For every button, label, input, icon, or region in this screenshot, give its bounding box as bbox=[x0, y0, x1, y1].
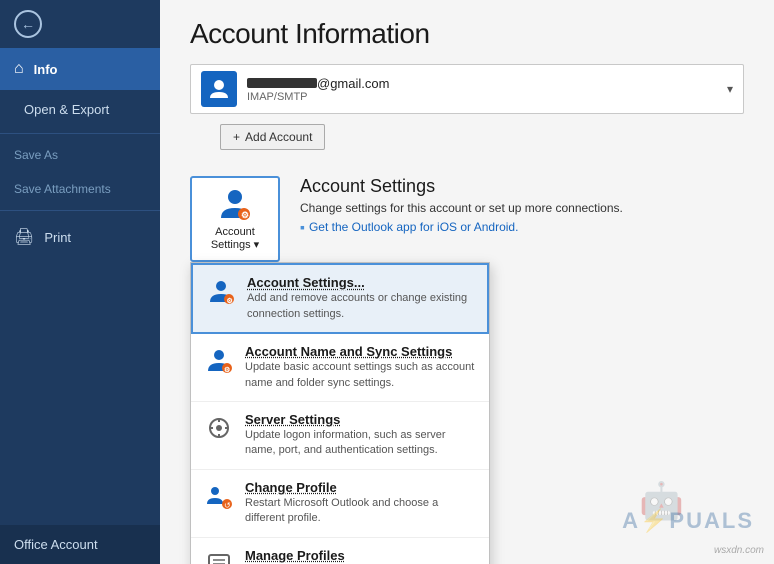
dropdown-arrow-icon: ▾ bbox=[727, 82, 733, 96]
sidebar-item-save-as: Save As bbox=[0, 138, 160, 172]
account-settings-info-panel: Account Settings Change settings for thi… bbox=[300, 176, 744, 262]
account-settings-item-text: Account Settings... Add and remove accou… bbox=[247, 275, 475, 322]
account-settings-item-title: Account Settings... bbox=[247, 275, 475, 290]
sidebar-item-office-account[interactable]: Office Account bbox=[0, 525, 160, 564]
change-profile-item-title: Change Profile bbox=[245, 480, 477, 495]
home-icon: ⌂ bbox=[14, 60, 24, 78]
email-mask bbox=[247, 78, 317, 88]
account-settings-dropdown-icon: ⚙ bbox=[205, 275, 237, 307]
dropdown-item-server-settings[interactable]: Server Settings Update logon information… bbox=[191, 402, 489, 470]
name-sync-item-title: Account Name and Sync Settings bbox=[245, 344, 477, 359]
account-settings-item-desc: Add and remove accounts or change existi… bbox=[247, 291, 475, 322]
account-bar-info: @gmail.com IMAP/SMTP bbox=[247, 76, 727, 103]
change-profile-icon: ↺ bbox=[203, 480, 235, 512]
account-settings-dropdown: ⚙ Account Settings... Add and remove acc… bbox=[190, 262, 490, 564]
account-settings-panel-desc: Change settings for this account or set … bbox=[300, 201, 744, 215]
sidebar-item-open-export[interactable]: Open & Export bbox=[0, 90, 160, 129]
main-content: Account Information @gmail.com IMAP/SMTP… bbox=[160, 0, 774, 564]
account-icon bbox=[201, 71, 237, 107]
name-sync-item-text: Account Name and Sync Settings Update ba… bbox=[245, 344, 477, 391]
sidebar-divider-2 bbox=[0, 210, 160, 211]
sidebar-divider-1 bbox=[0, 133, 160, 134]
account-settings-section: ⚙ AccountSettings ▾ ⚙ bbox=[190, 176, 744, 262]
appuals-logo: A⚡PUALS bbox=[622, 508, 754, 534]
sidebar-item-info-label: Info bbox=[34, 62, 58, 77]
person-gear-icon: ⚙ bbox=[217, 186, 253, 222]
sidebar-item-print[interactable]: 🖨 Print bbox=[0, 215, 160, 259]
manage-profiles-item-text: Manage Profiles Add and remove profiles … bbox=[245, 548, 477, 564]
account-email: @gmail.com bbox=[247, 76, 727, 91]
page-title: Account Information bbox=[190, 18, 744, 50]
account-settings-button-wrap: ⚙ AccountSettings ▾ ⚙ bbox=[190, 176, 280, 262]
add-account-label: Add Account bbox=[245, 130, 312, 144]
sidebar: ← ⌂ Info Open & Export Save As Save Atta… bbox=[0, 0, 160, 564]
account-settings-button-label: AccountSettings ▾ bbox=[211, 226, 259, 252]
name-sync-icon: ⚙ bbox=[203, 344, 235, 376]
account-type: IMAP/SMTP bbox=[247, 91, 727, 103]
sidebar-item-open-export-label: Open & Export bbox=[24, 102, 109, 117]
dropdown-item-account-settings[interactable]: ⚙ Account Settings... Add and remove acc… bbox=[191, 263, 489, 334]
account-settings-button[interactable]: ⚙ AccountSettings ▾ bbox=[190, 176, 280, 262]
account-settings-panel-title: Account Settings bbox=[300, 176, 744, 197]
change-profile-item-text: Change Profile Restart Microsoft Outlook… bbox=[245, 480, 477, 527]
server-settings-item-title: Server Settings bbox=[245, 412, 477, 427]
dropdown-item-name-sync[interactable]: ⚙ Account Name and Sync Settings Update … bbox=[191, 334, 489, 402]
name-sync-item-desc: Update basic account settings such as ac… bbox=[245, 360, 477, 391]
sidebar-item-save-attachments: Save Attachments bbox=[0, 172, 160, 206]
sidebar-item-info[interactable]: ⌂ Info bbox=[0, 48, 160, 90]
account-settings-icon: ⚙ bbox=[217, 186, 253, 222]
add-account-button[interactable]: + Add Account bbox=[220, 124, 325, 150]
dropdown-item-manage-profiles[interactable]: Manage Profiles Add and remove profiles … bbox=[191, 538, 489, 564]
server-settings-item-text: Server Settings Update logon information… bbox=[245, 412, 477, 459]
office-account-label: Office Account bbox=[14, 537, 98, 552]
change-profile-item-desc: Restart Microsoft Outlook and choose a d… bbox=[245, 496, 477, 527]
outlook-app-link[interactable]: Get the Outlook app for iOS or Android. bbox=[300, 219, 744, 235]
manage-profiles-icon bbox=[203, 548, 235, 564]
svg-text:⚙: ⚙ bbox=[241, 210, 249, 220]
account-person-icon bbox=[208, 78, 230, 100]
server-settings-icon bbox=[203, 412, 235, 444]
sidebar-spacer bbox=[0, 259, 160, 525]
svg-text:⚙: ⚙ bbox=[227, 297, 233, 305]
sidebar-item-print-label: Print bbox=[44, 230, 71, 245]
account-selector[interactable]: @gmail.com IMAP/SMTP ▾ bbox=[190, 64, 744, 114]
add-icon: + bbox=[233, 130, 240, 144]
manage-profiles-item-title: Manage Profiles bbox=[245, 548, 477, 563]
print-icon: 🖨 bbox=[14, 227, 34, 247]
back-button[interactable]: ← bbox=[0, 0, 160, 48]
server-settings-item-desc: Update logon information, such as server… bbox=[245, 428, 477, 459]
page-header: Account Information bbox=[160, 0, 774, 64]
dropdown-item-change-profile[interactable]: ↺ Change Profile Restart Microsoft Outlo… bbox=[191, 470, 489, 538]
back-icon: ← bbox=[14, 10, 42, 38]
svg-text:↺: ↺ bbox=[224, 501, 231, 510]
watermark: wsxdn.com bbox=[714, 545, 764, 556]
svg-text:⚙: ⚙ bbox=[224, 366, 230, 374]
